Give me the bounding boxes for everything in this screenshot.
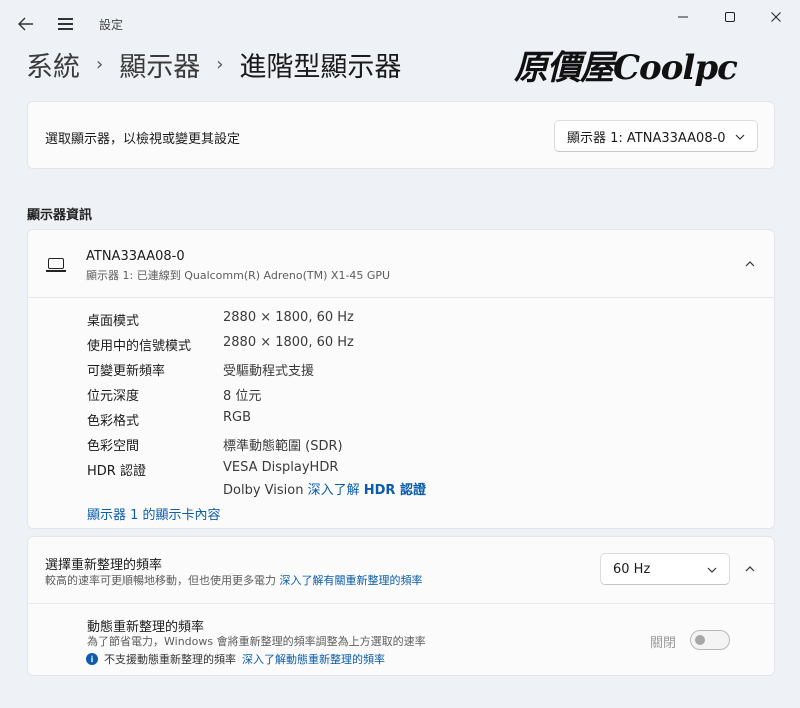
- info-key: 色彩格式: [87, 414, 140, 429]
- display-selector-label: 選取顯示器，以檢視或變更其設定: [45, 132, 241, 147]
- info-key: 位元深度: [87, 389, 140, 404]
- info-key: 使用中的信號模式: [87, 339, 192, 354]
- info-key: HDR 認證: [87, 464, 146, 479]
- title-bar: 設定: [0, 0, 800, 44]
- chevron-down-icon: [707, 563, 717, 576]
- dynamic-refresh-toggle[interactable]: [690, 630, 730, 650]
- maximize-icon: [725, 12, 735, 22]
- divider: [28, 603, 774, 604]
- breadcrumb-separator: ›: [96, 53, 104, 75]
- breadcrumb-separator: ›: [216, 53, 224, 75]
- breadcrumb-item-system[interactable]: 系統: [26, 45, 80, 84]
- display-device-subtitle: 顯示器 1: 已連線到 Qualcomm(R) Adreno(TM) X1-45…: [86, 269, 391, 282]
- laptop-icon: [46, 258, 66, 272]
- info-value: 2880 × 1800, 60 Hz: [223, 335, 354, 350]
- hdr-learn-more-link[interactable]: 深入了解: [308, 483, 360, 498]
- info-icon: i: [86, 653, 98, 665]
- info-value: 8 位元: [223, 389, 262, 404]
- display-selector-card: 選取顯示器，以檢視或變更其設定 顯示器 1: ATNA33AA08-0: [27, 101, 775, 169]
- page-title: 進階型顯示器: [239, 51, 402, 83]
- info-value: Dolby Vision 深入了解 HDR 認證: [223, 479, 426, 498]
- refresh-rate-subtitle: 較高的速率可更順暢地移動，但也使用更多電力 深入了解有關重新整理的頻率: [45, 572, 423, 588]
- info-value: 受驅動程式支援: [223, 364, 315, 379]
- chevron-up-icon[interactable]: [740, 559, 760, 579]
- refresh-rate-card: 選擇重新整理的頻率 較高的速率可更順暢地移動，但也使用更多電力 深入了解有關重新…: [27, 536, 775, 676]
- info-value: RGB: [223, 410, 252, 425]
- toggle-knob: [695, 635, 705, 645]
- hamburger-menu-icon[interactable]: [52, 12, 80, 36]
- chevron-up-icon[interactable]: [740, 254, 760, 274]
- minimize-button[interactable]: [660, 6, 706, 28]
- close-button[interactable]: [753, 6, 799, 28]
- info-key: 桌面模式: [87, 314, 140, 329]
- app-title: 設定: [99, 18, 124, 32]
- close-icon: [771, 12, 781, 22]
- maximize-button[interactable]: [707, 6, 753, 28]
- info-value: VESA DisplayHDR: [223, 460, 339, 475]
- breadcrumb-item-display[interactable]: 顯示器: [119, 45, 200, 84]
- refresh-rate-subtitle-text: 較高的速率可更順暢地移動，但也使用更多電力: [45, 574, 276, 587]
- refresh-rate-title: 選擇重新整理的頻率: [45, 558, 163, 573]
- coolpc-logo: 原價屋Coolpc: [514, 48, 738, 88]
- hdr-certification-link[interactable]: HDR 認證: [364, 483, 426, 498]
- display-select-dropdown[interactable]: 顯示器 1: ATNA33AA08-0: [554, 120, 758, 152]
- chevron-down-icon: [735, 130, 745, 143]
- breadcrumb: 系統 › 顯示器 › 進階型顯示器: [26, 44, 401, 84]
- info-value: 2880 × 1800, 60 Hz: [223, 310, 354, 325]
- back-arrow-icon[interactable]: [12, 12, 40, 36]
- display-select-value: 顯示器 1: ATNA33AA08-0: [567, 130, 726, 146]
- section-title-display-info: 顯示器資訊: [27, 208, 93, 223]
- display-info-card: ATNA33AA08-0 顯示器 1: 已連線到 Qualcomm(R) Adr…: [27, 229, 775, 529]
- display-info-header[interactable]: ATNA33AA08-0 顯示器 1: 已連線到 Qualcomm(R) Adr…: [28, 230, 774, 298]
- dolby-vision-text: Dolby Vision: [223, 483, 304, 498]
- info-value: 標準動態範圍 (SDR): [223, 439, 343, 454]
- info-key: 色彩空間: [87, 439, 140, 454]
- dynamic-refresh-note-text: 不支援動態重新整理的頻率: [104, 653, 236, 666]
- refresh-rate-dropdown[interactable]: 60 Hz: [600, 553, 730, 585]
- dynamic-refresh-learn-more-link[interactable]: 深入了解動態重新整理的頻率: [242, 651, 385, 667]
- dynamic-refresh-toggle-label: 關閉: [650, 636, 677, 651]
- refresh-rate-learn-more-link[interactable]: 深入了解有關重新整理的頻率: [280, 574, 423, 587]
- display-device-name: ATNA33AA08-0: [86, 249, 185, 264]
- refresh-rate-value: 60 Hz: [613, 561, 651, 577]
- info-key: 可變更新頻率: [87, 364, 166, 379]
- dynamic-refresh-subtitle: 為了節省電力，Windows 會將重新整理的頻率調整為上方選取的速率: [87, 635, 426, 648]
- minimize-icon: [678, 16, 688, 18]
- dynamic-refresh-note: i 不支援動態重新整理的頻率 深入了解動態重新整理的頻率: [86, 651, 385, 667]
- adapter-properties-link[interactable]: 顯示器 1 的顯示卡內容: [87, 504, 221, 523]
